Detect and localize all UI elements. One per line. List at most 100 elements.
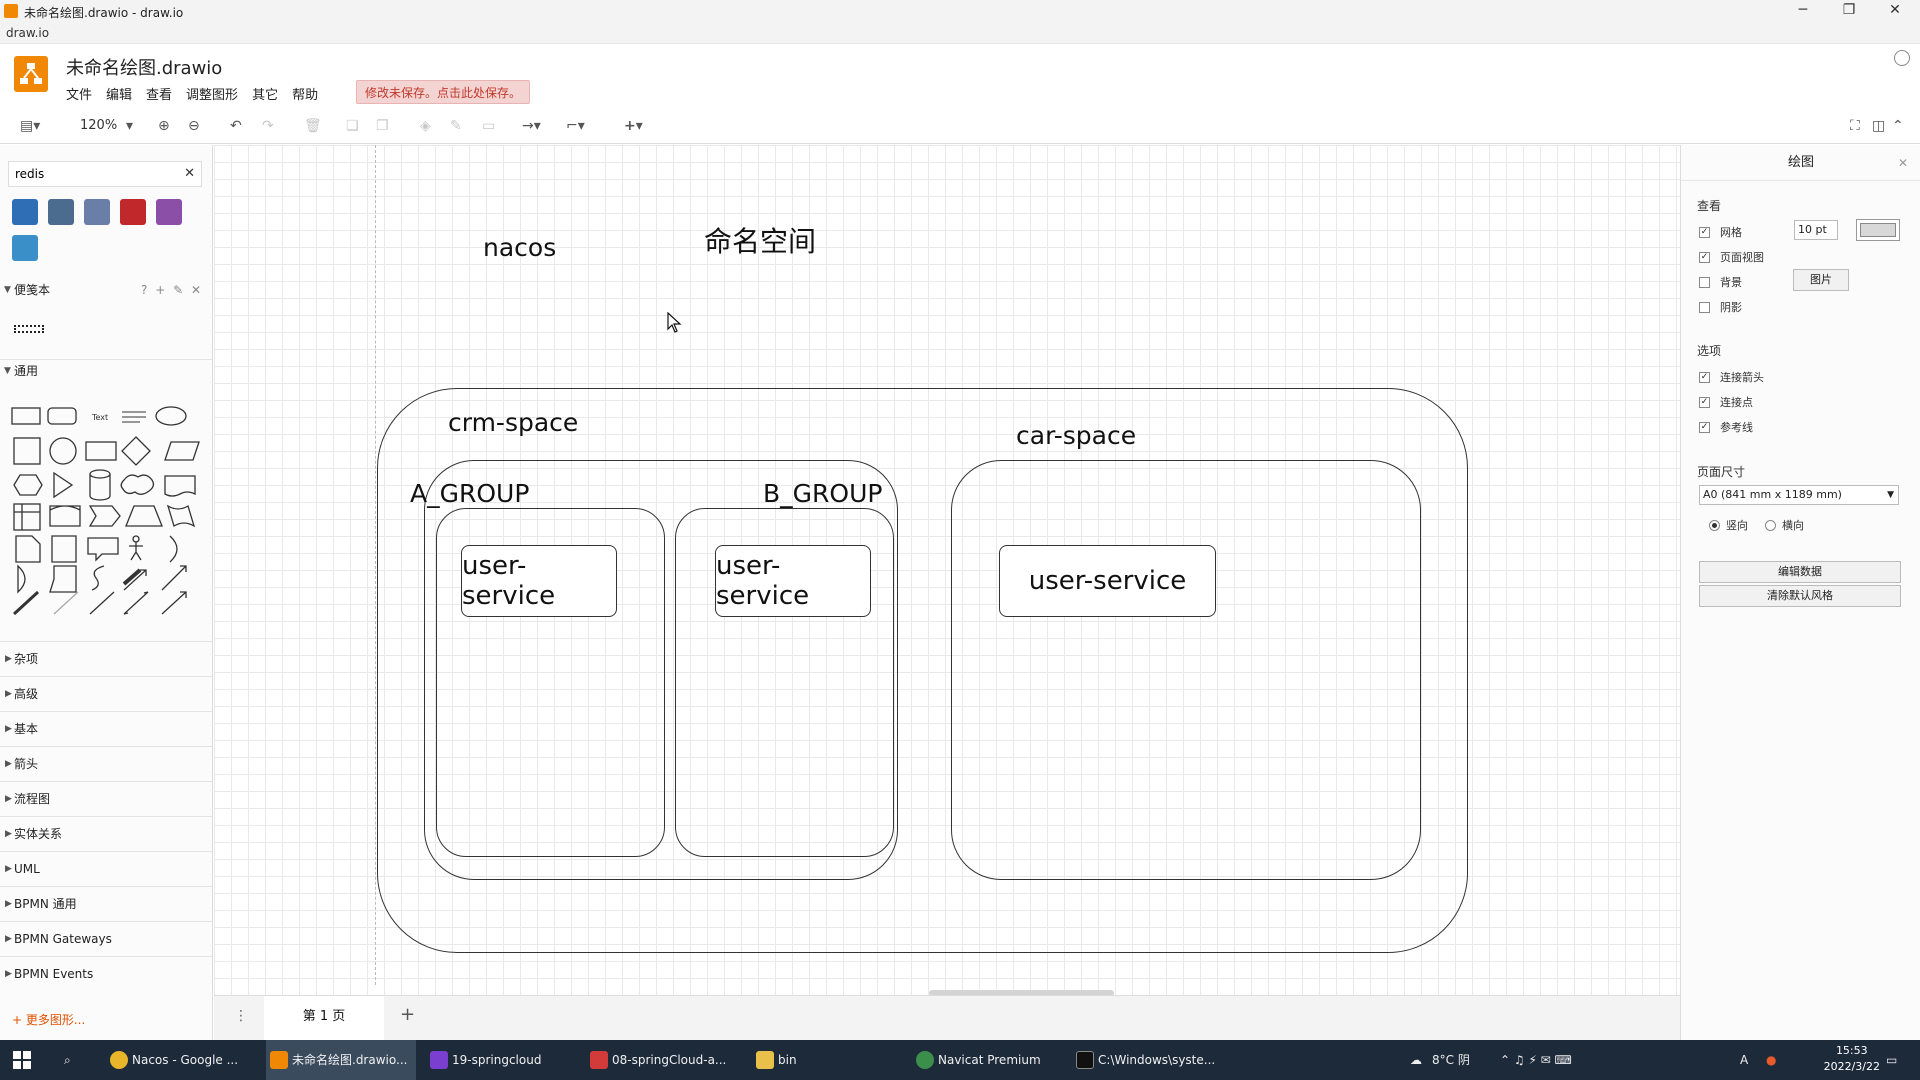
unsaved-changes-notice[interactable]: 修改未保存。点击此处保存。	[356, 80, 531, 104]
notification-icon[interactable]: ▭	[1886, 1040, 1897, 1080]
checkbox-box[interactable]: ✓	[1699, 421, 1710, 433]
category-entity-relation[interactable]: ▶ 实体关系	[0, 816, 212, 850]
weather-icon[interactable]: ☁	[1410, 1040, 1422, 1080]
a-group-label[interactable]: A_GROUP	[410, 479, 529, 508]
taskbar-chrome[interactable]: Nacos - Google ...	[106, 1040, 256, 1080]
connection-style-icon[interactable]: →▾	[522, 116, 541, 136]
add-page-icon[interactable]: +	[400, 1004, 415, 1025]
menu-extras[interactable]: 其它	[252, 84, 278, 103]
scratchpad-header[interactable]: ▼ 便笺本 ? + ✎ ✕	[0, 279, 212, 301]
general-shapes-palette[interactable]: Text	[10, 400, 205, 620]
user-service-car[interactable]: user-service	[999, 545, 1216, 617]
minimize-button[interactable]: ─	[1780, 0, 1826, 22]
namespace-label[interactable]: 命名空间	[704, 220, 816, 260]
taskbar-cmd[interactable]: C:\Windows\syste...	[1072, 1040, 1222, 1080]
edit-data-button[interactable]: 编辑数据	[1699, 561, 1901, 583]
crm-space-label[interactable]: crm-space	[448, 408, 578, 437]
search-icon[interactable]: ⌕	[64, 1040, 71, 1080]
close-panel-icon[interactable]: ✕	[1898, 145, 1908, 181]
language-globe-icon[interactable]	[1894, 50, 1910, 66]
redo-icon[interactable]: ↷	[262, 116, 274, 136]
menu-file[interactable]: 文件	[66, 84, 92, 103]
landscape-radio[interactable]: 横向	[1765, 517, 1804, 533]
fullscreen-icon[interactable]: ⛶	[1850, 116, 1860, 136]
redis-result-icon[interactable]	[12, 199, 38, 225]
category-advanced[interactable]: ▶ 高级	[0, 676, 212, 710]
checkbox-box[interactable]	[1699, 301, 1710, 313]
category-bpmn-gateways[interactable]: ▶ BPMN Gateways	[0, 921, 212, 955]
tray-app-icon[interactable]: ●	[1766, 1040, 1776, 1080]
background-checkbox[interactable]: 背景	[1699, 274, 1742, 290]
menu-view[interactable]: 查看	[146, 84, 172, 103]
close-button[interactable]: ✕	[1872, 0, 1918, 22]
redis-server-icon[interactable]	[48, 199, 74, 225]
redis-cube-icon[interactable]	[120, 199, 146, 225]
category-flowchart[interactable]: ▶ 流程图	[0, 781, 212, 815]
background-image-button[interactable]: 图片	[1793, 269, 1849, 291]
pages-menu-icon[interactable]: ⋮	[234, 1008, 248, 1024]
zoom-out-icon[interactable]: ⊖	[188, 116, 200, 136]
shape-search-input[interactable]	[9, 162, 179, 186]
tray-icons[interactable]: ⌃ ♫ ⚡ ✉ ⌨	[1500, 1040, 1572, 1080]
category-bpmn-events[interactable]: ▶ BPMN Events	[0, 956, 212, 990]
redis-cluster-icon[interactable]	[84, 199, 110, 225]
radio-dot[interactable]	[1709, 519, 1720, 531]
category-arrows[interactable]: ▶ 箭头	[0, 746, 212, 780]
to-front-icon[interactable]: ❏	[346, 116, 359, 136]
page-tab-1[interactable]: 第 1 页	[264, 996, 384, 1040]
shadow-icon[interactable]: ▭	[482, 116, 495, 136]
user-service-a[interactable]: user-service	[461, 545, 617, 617]
radio-dot[interactable]	[1765, 519, 1776, 531]
portrait-radio[interactable]: 竖向	[1709, 517, 1748, 533]
shadow-checkbox[interactable]: 阴影	[1699, 299, 1742, 315]
taskbar-vivaldi[interactable]: 08-springCloud-a...	[586, 1040, 736, 1080]
diagram-canvas[interactable]: nacos 命名空间 crm-space car-space A_GROUP B…	[214, 145, 1680, 995]
category-bpmn-general[interactable]: ▶ BPMN 通用	[0, 886, 212, 920]
delete-icon[interactable]: 🗑	[304, 116, 322, 136]
clear-default-style-button[interactable]: 清除默认风格	[1699, 585, 1901, 607]
b-group-label[interactable]: B_GROUP	[763, 479, 882, 508]
collapse-icon[interactable]: ⌃	[1892, 116, 1904, 136]
checkbox-box[interactable]	[1699, 276, 1710, 288]
document-title[interactable]: 未命名绘图.drawio	[66, 54, 222, 80]
connection-points-checkbox[interactable]: ✓ 连接点	[1699, 394, 1753, 410]
zoom-level[interactable]: 120%	[80, 116, 117, 136]
fill-color-icon[interactable]: ◈	[420, 116, 431, 136]
checkbox-box[interactable]: ✓	[1699, 396, 1710, 408]
grid-checkbox[interactable]: ✓ 网格	[1699, 224, 1742, 240]
weather-text[interactable]: 8°C 阴	[1432, 1040, 1470, 1080]
format-panel-icon[interactable]: ◫	[1872, 116, 1885, 136]
waypoints-icon[interactable]: ⌐▾	[566, 116, 585, 136]
grid-size-input[interactable]: 10 pt	[1794, 220, 1838, 240]
undo-icon[interactable]: ↶	[230, 116, 242, 136]
page-size-select[interactable]: A0 (841 mm x 1189 mm) ▼	[1699, 485, 1899, 505]
menu-edit[interactable]: 编辑	[106, 84, 132, 103]
car-space-label[interactable]: car-space	[1016, 421, 1136, 450]
grid-color-picker[interactable]	[1856, 219, 1900, 241]
user-service-b[interactable]: user-service	[715, 545, 871, 617]
taskbar-drawio[interactable]: 未命名绘图.drawio...	[266, 1040, 416, 1080]
system-clock[interactable]: 15:53 2022/3/22	[1824, 1043, 1880, 1075]
zoom-in-icon[interactable]: ⊕	[158, 116, 170, 136]
insert-icon[interactable]: +▾	[624, 116, 643, 136]
menu-help[interactable]: 帮助	[292, 84, 318, 103]
taskbar-navicat[interactable]: Navicat Premium	[912, 1040, 1062, 1080]
category-uml[interactable]: ▶ UML	[0, 851, 212, 885]
ime-indicator[interactable]: A	[1740, 1040, 1748, 1080]
redis-cache-icon[interactable]	[156, 199, 182, 225]
restore-button[interactable]: ❐	[1826, 0, 1872, 22]
scratchpad-tools[interactable]: ? + ✎ ✕	[141, 279, 203, 301]
to-back-icon[interactable]: ❐	[376, 116, 389, 136]
clear-search-icon[interactable]: ✕	[184, 166, 195, 181]
category-misc[interactable]: ▶ 杂项	[0, 641, 212, 675]
taskbar-idea[interactable]: 19-springcloud	[426, 1040, 576, 1080]
car-space-container[interactable]	[951, 460, 1421, 880]
checkbox-box[interactable]: ✓	[1699, 226, 1710, 238]
checkbox-box[interactable]: ✓	[1699, 251, 1710, 263]
line-color-icon[interactable]: ✎	[450, 116, 462, 136]
zoom-dropdown-icon[interactable]: ▾	[126, 116, 133, 136]
menu-arrange[interactable]: 调整图形	[186, 84, 238, 103]
connection-arrows-checkbox[interactable]: ✓ 连接箭头	[1699, 369, 1764, 385]
page-view-checkbox[interactable]: ✓ 页面视图	[1699, 249, 1764, 265]
general-header[interactable]: ▼ 通用	[0, 359, 212, 381]
